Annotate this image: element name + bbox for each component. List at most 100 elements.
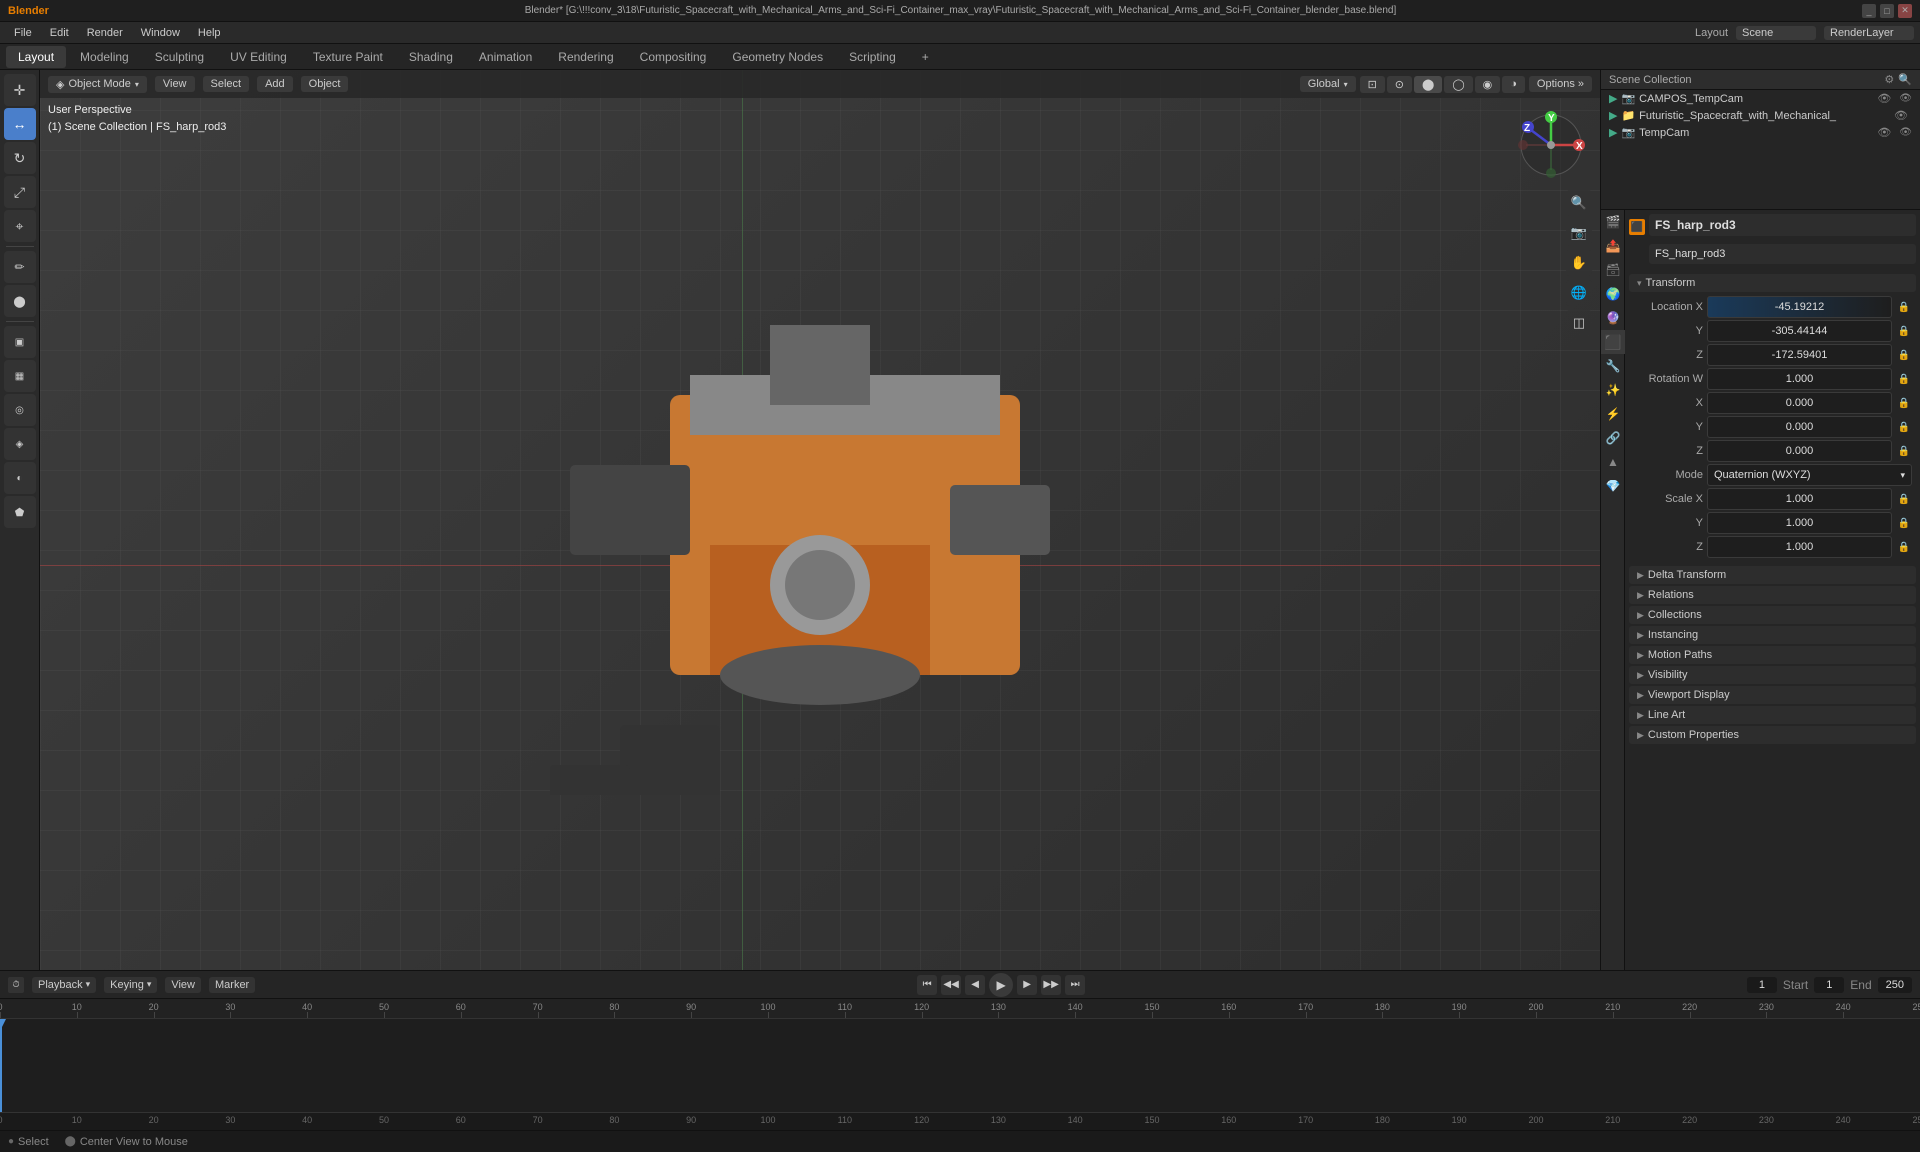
prop-tab-scene[interactable]: 🌍 <box>1601 282 1625 306</box>
transform-section-header[interactable]: ▾ Transform <box>1629 274 1916 292</box>
visibility-eye-icon-3[interactable]: 👁 <box>1877 126 1891 139</box>
proportional-edit-btn[interactable]: ⊙ <box>1387 76 1412 93</box>
outliner-item-tempcam[interactable]: ▶ 📷 TempCam 👁 👁 <box>1601 124 1920 141</box>
play-button[interactable]: ▶ <box>989 973 1013 997</box>
render-eye-icon-3[interactable]: 👁 <box>1899 127 1912 138</box>
scale-y-lock-icon[interactable]: 🔒 <box>1896 515 1912 531</box>
marker-menu[interactable]: Marker <box>209 977 255 993</box>
next-keyframe-button[interactable]: ▶▶ <box>1041 975 1061 995</box>
prop-tab-materials[interactable]: 💎 <box>1601 474 1625 498</box>
tab-rendering[interactable]: Rendering <box>546 46 625 68</box>
menu-file[interactable]: File <box>6 25 40 41</box>
transform-tool[interactable]: ⌖ <box>4 210 36 242</box>
rotate-tool[interactable]: ↻ <box>4 142 36 174</box>
viewport-area[interactable]: ◈ Object Mode ▾ View Select Add Object G… <box>40 70 1600 970</box>
menu-render[interactable]: Render <box>79 25 131 41</box>
collections-header[interactable]: ▶ Collections <box>1629 606 1916 624</box>
tab-sculpting[interactable]: Sculpting <box>143 46 216 68</box>
line-art-header[interactable]: ▶ Line Art <box>1629 706 1916 724</box>
shading-rendered-btn[interactable]: ◉ <box>1475 76 1501 93</box>
jump-start-button[interactable]: ⏮ <box>917 975 937 995</box>
measure-tool[interactable]: ⬤ <box>4 285 36 317</box>
extra-tool-1[interactable]: ◎ <box>4 394 36 426</box>
outliner-filter-icon[interactable]: ⚙ <box>1884 73 1894 86</box>
navigation-gizmo[interactable]: X Y Z <box>1516 110 1586 180</box>
rotation-w-lock-icon[interactable]: 🔒 <box>1896 371 1912 387</box>
scale-x-lock-icon[interactable]: 🔒 <box>1896 491 1912 507</box>
prop-tab-data[interactable]: ▲ <box>1601 450 1625 474</box>
tab-uv-editing[interactable]: UV Editing <box>218 46 299 68</box>
playback-menu[interactable]: Playback ▾ <box>32 977 96 993</box>
view-menu-timeline[interactable]: View <box>165 977 201 993</box>
shading-material-btn[interactable]: ◑ <box>1502 76 1525 93</box>
scale-z-lock-icon[interactable]: 🔒 <box>1896 539 1912 555</box>
add-cube-tool[interactable]: ▣ <box>4 326 36 358</box>
scale-x-input[interactable]: 1.000 <box>1707 488 1892 510</box>
prop-tab-view-layer[interactable]: 🗃 <box>1601 258 1625 282</box>
location-z-input[interactable]: -172.59401 <box>1707 344 1892 366</box>
render-preview-icon[interactable]: 🌐 <box>1566 280 1592 306</box>
transform-orientation-dropdown[interactable]: Global ▾ <box>1300 76 1356 92</box>
object-data-name-input[interactable]: FS_harp_rod3 <box>1649 244 1916 264</box>
end-frame-input[interactable]: 250 <box>1878 977 1912 993</box>
viewport-canvas[interactable] <box>40 70 1600 970</box>
outliner-search-icon[interactable]: 🔍 <box>1898 73 1912 86</box>
tab-scripting[interactable]: Scripting <box>837 46 908 68</box>
prop-tab-object[interactable]: ⬛ <box>1601 330 1625 354</box>
view-menu[interactable]: View <box>155 76 195 92</box>
select-menu[interactable]: Select <box>203 76 250 92</box>
extra-tool-4[interactable]: ⬟ <box>4 496 36 528</box>
tab-layout[interactable]: Layout <box>6 46 66 68</box>
keying-menu[interactable]: Keying ▾ <box>104 977 157 993</box>
menu-help[interactable]: Help <box>190 25 229 41</box>
extra-tool-3[interactable]: ◐ <box>4 462 36 494</box>
tab-compositing[interactable]: Compositing <box>628 46 719 68</box>
prop-tab-particles[interactable]: ✨ <box>1601 378 1625 402</box>
prop-tab-output[interactable]: 📤 <box>1601 234 1625 258</box>
camera-view-icon[interactable]: 📷 <box>1566 220 1592 246</box>
options-btn[interactable]: Options » <box>1529 76 1592 92</box>
move-tool[interactable]: ↔ <box>4 108 36 140</box>
scale-tool[interactable]: ⤢ <box>4 176 36 208</box>
rotation-x-input[interactable]: 0.000 <box>1707 392 1892 414</box>
prop-tab-world[interactable]: 🔮 <box>1601 306 1625 330</box>
outliner-item-campos[interactable]: ▶ 📷 CAMPOS_TempCam 👁 👁 <box>1601 90 1920 107</box>
maximize-button[interactable]: □ <box>1880 4 1894 18</box>
location-y-input[interactable]: -305.44144 <box>1707 320 1892 342</box>
shading-solid-btn[interactable]: ⬤ <box>1414 76 1442 93</box>
delta-transform-header[interactable]: ▶ Delta Transform <box>1629 566 1916 584</box>
menu-window[interactable]: Window <box>133 25 188 41</box>
add-menu[interactable]: Add <box>257 76 293 92</box>
object-mode-dropdown[interactable]: ◈ Object Mode ▾ <box>48 76 147 93</box>
scene-selector[interactable]: Scene <box>1736 26 1816 40</box>
current-frame-display[interactable]: 1 <box>1747 977 1777 993</box>
rotation-w-input[interactable]: 1.000 <box>1707 368 1892 390</box>
tab-shading[interactable]: Shading <box>397 46 465 68</box>
step-back-button[interactable]: ◀ <box>965 975 985 995</box>
location-x-lock-icon[interactable]: 🔒 <box>1896 299 1912 315</box>
rotation-y-input[interactable]: 0.000 <box>1707 416 1892 438</box>
prev-keyframe-button[interactable]: ◀◀ <box>941 975 961 995</box>
custom-properties-header[interactable]: ▶ Custom Properties <box>1629 726 1916 744</box>
location-z-lock-icon[interactable]: 🔒 <box>1896 347 1912 363</box>
step-forward-button[interactable]: ▶ <box>1017 975 1037 995</box>
prop-tab-modifiers[interactable]: 🔧 <box>1601 354 1625 378</box>
timeline-track[interactable] <box>0 1019 1920 1112</box>
rotation-z-lock-icon[interactable]: 🔒 <box>1896 443 1912 459</box>
relations-header[interactable]: ▶ Relations <box>1629 586 1916 604</box>
viewport-display-header[interactable]: ▶ Viewport Display <box>1629 686 1916 704</box>
motion-paths-header[interactable]: ▶ Motion Paths <box>1629 646 1916 664</box>
prop-tab-constraints[interactable]: 🔗 <box>1601 426 1625 450</box>
location-y-lock-icon[interactable]: 🔒 <box>1896 323 1912 339</box>
tab-add[interactable]: + <box>910 46 941 68</box>
tab-animation[interactable]: Animation <box>467 46 544 68</box>
visibility-eye-icon[interactable]: 👁 <box>1877 92 1891 105</box>
tab-modeling[interactable]: Modeling <box>68 46 141 68</box>
rotation-y-lock-icon[interactable]: 🔒 <box>1896 419 1912 435</box>
jump-end-button[interactable]: ⏭ <box>1065 975 1085 995</box>
start-frame-input[interactable]: 1 <box>1814 977 1844 993</box>
menu-edit[interactable]: Edit <box>42 25 77 41</box>
minimize-button[interactable]: _ <box>1862 4 1876 18</box>
tab-geometry-nodes[interactable]: Geometry Nodes <box>720 46 835 68</box>
zoom-to-fit-icon[interactable]: 🔍 <box>1566 190 1592 216</box>
